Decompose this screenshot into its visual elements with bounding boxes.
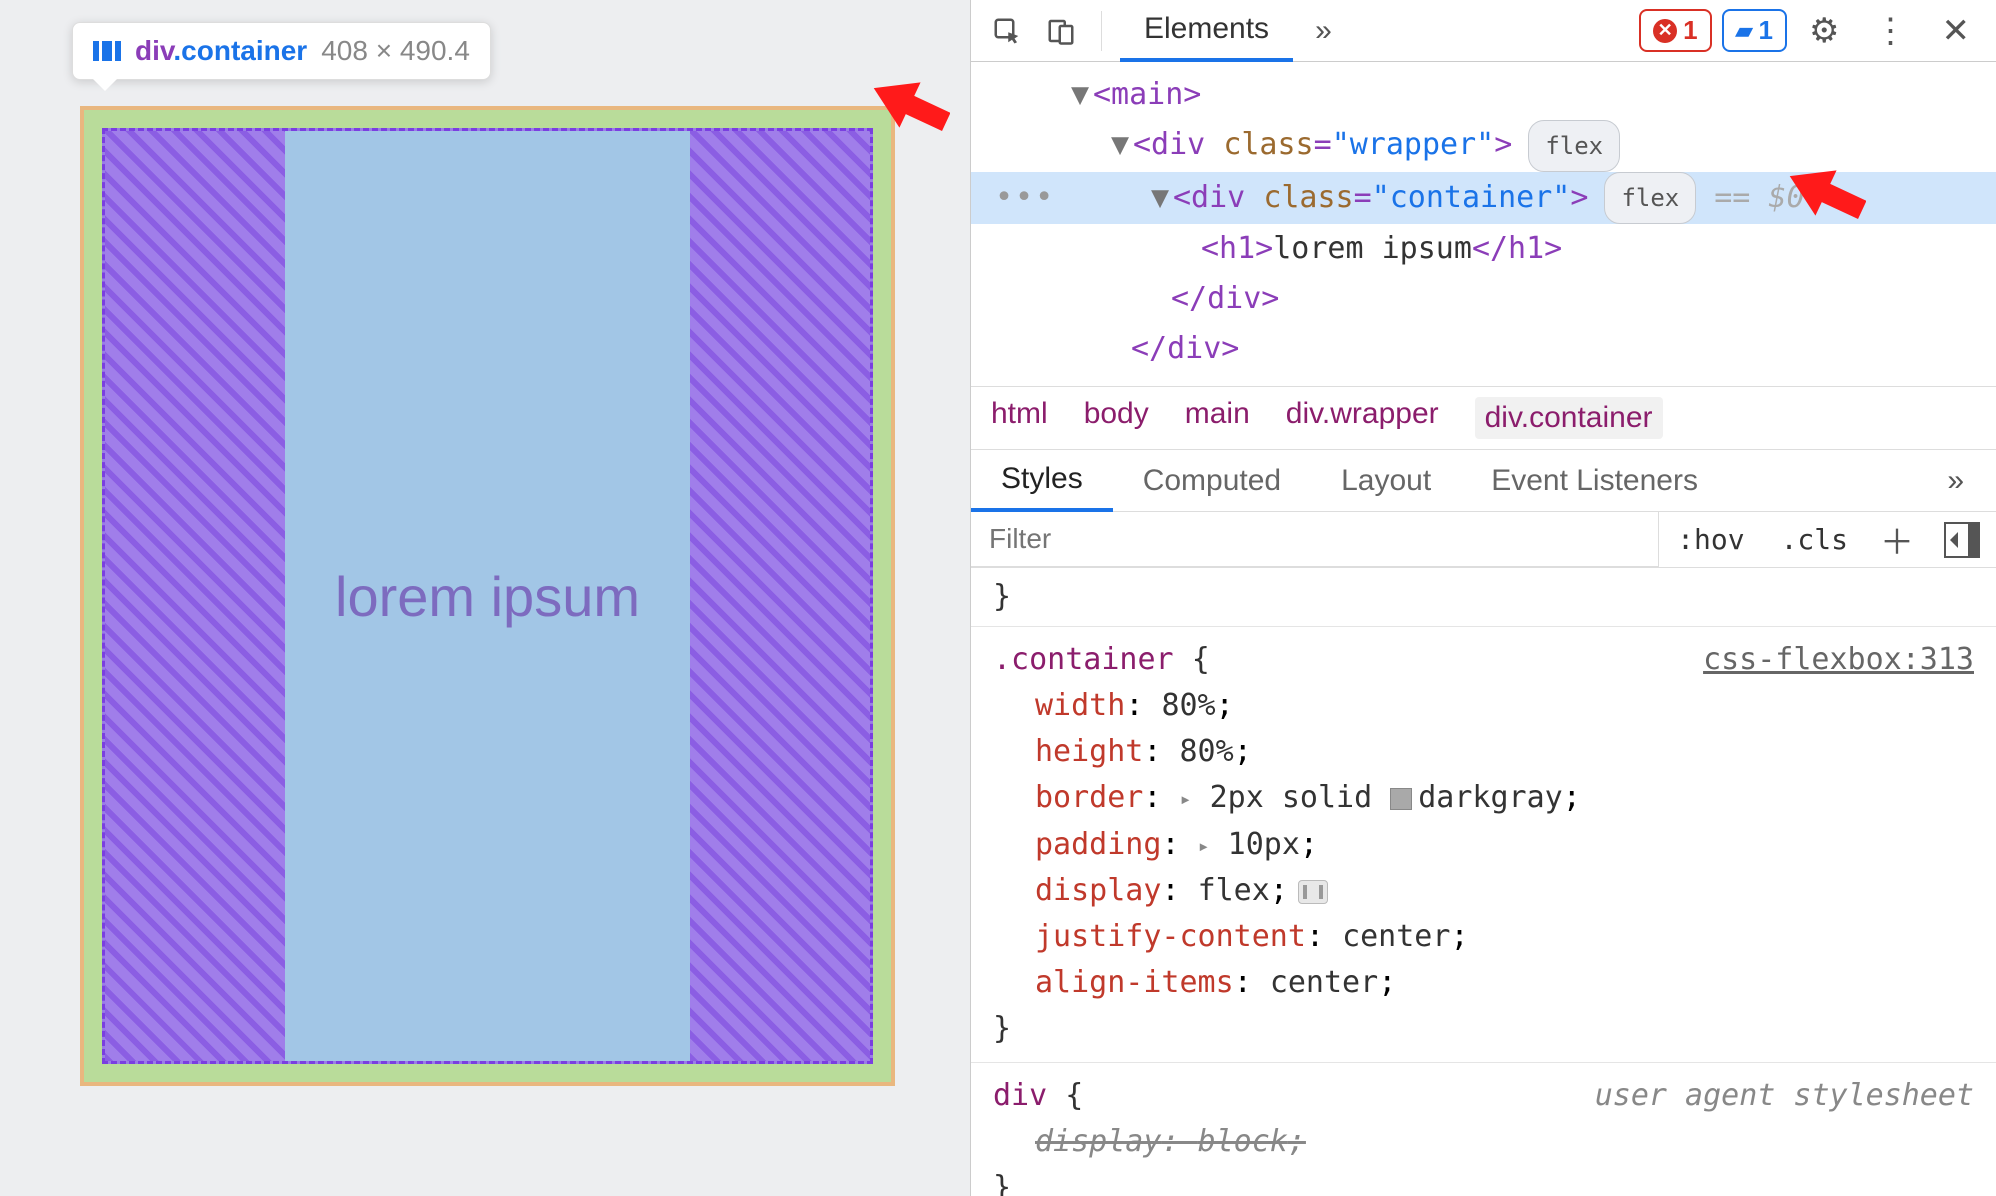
- hov-toggle[interactable]: :hov: [1659, 523, 1762, 556]
- styles-subtabs: Styles Computed Layout Event Listeners »: [971, 450, 1996, 512]
- breadcrumb-item[interactable]: html: [991, 397, 1048, 439]
- inspect-tooltip: div.container 408 × 490.4: [72, 22, 491, 80]
- css-rule[interactable]: user agent stylesheet div { display: blo…: [971, 1062, 1996, 1196]
- tab-event-listeners[interactable]: Event Listeners: [1461, 450, 1728, 512]
- tooltip-tag: div: [135, 35, 173, 66]
- styles-filter-bar: :hov .cls ＋: [971, 512, 1996, 568]
- more-subtabs-button[interactable]: »: [1935, 464, 1976, 498]
- annotation-arrow-icon: [1786, 158, 1866, 228]
- styles-pane[interactable]: } css-flexbox:313 .container { width: 80…: [971, 568, 1996, 1196]
- tab-elements[interactable]: Elements: [1120, 0, 1293, 62]
- tab-computed[interactable]: Computed: [1113, 450, 1311, 512]
- rule-source-link[interactable]: css-flexbox:313: [1703, 637, 1974, 683]
- more-menu-button[interactable]: ⋮: [1862, 11, 1920, 51]
- annotation-arrow-icon: [870, 70, 950, 140]
- error-count-badge[interactable]: ✕1: [1639, 9, 1711, 52]
- more-tabs-button[interactable]: »: [1303, 14, 1344, 48]
- page-viewport: div.container 408 × 490.4 lorem ipsum: [0, 0, 970, 1196]
- breadcrumb[interactable]: html body main div.wrapper div.container: [971, 386, 1996, 450]
- devtools-toolbar: Elements » ✕1 ▰1 ⚙ ⋮ ✕: [971, 0, 1996, 62]
- settings-button[interactable]: ⚙: [1797, 11, 1851, 51]
- new-style-rule-button[interactable]: ＋: [1866, 515, 1928, 564]
- flexbox-editor-icon[interactable]: [1298, 880, 1328, 904]
- rule-source-label: user agent stylesheet: [1595, 1073, 1974, 1119]
- flex-badge[interactable]: flex: [1528, 120, 1620, 172]
- inspect-element-button[interactable]: [985, 9, 1029, 53]
- css-rule[interactable]: css-flexbox:313 .container { width: 80%;…: [971, 626, 1996, 1062]
- color-swatch[interactable]: [1390, 788, 1412, 810]
- breadcrumb-item[interactable]: main: [1185, 397, 1250, 439]
- tooltip-class: .container: [173, 35, 307, 66]
- inspected-element-highlight: lorem ipsum: [80, 106, 895, 1086]
- tab-styles[interactable]: Styles: [971, 450, 1113, 512]
- ellipsis-icon[interactable]: •••: [995, 173, 1055, 223]
- issue-count-badge[interactable]: ▰1: [1722, 9, 1787, 52]
- page-heading: lorem ipsum: [335, 564, 640, 629]
- dom-tree[interactable]: ▼<main> ▼<div class="wrapper">flex ••• ▼…: [971, 62, 1996, 386]
- flex-badge[interactable]: flex: [1604, 172, 1696, 224]
- tooltip-dimensions: 408 × 490.4: [321, 35, 470, 67]
- close-devtools-button[interactable]: ✕: [1930, 11, 1983, 51]
- breadcrumb-item-active[interactable]: div.container: [1475, 397, 1663, 439]
- cls-toggle[interactable]: .cls: [1763, 523, 1866, 556]
- tab-layout[interactable]: Layout: [1311, 450, 1461, 512]
- styles-filter-input[interactable]: [971, 512, 1659, 567]
- breadcrumb-item[interactable]: body: [1084, 397, 1149, 439]
- breadcrumb-item[interactable]: div.wrapper: [1286, 397, 1439, 439]
- toggle-sidebar-button[interactable]: [1944, 522, 1980, 558]
- devtools-panel: Elements » ✕1 ▰1 ⚙ ⋮ ✕ ▼<main> ▼<div cla…: [970, 0, 1996, 1196]
- flex-icon: [93, 41, 121, 61]
- device-toolbar-button[interactable]: [1039, 9, 1083, 53]
